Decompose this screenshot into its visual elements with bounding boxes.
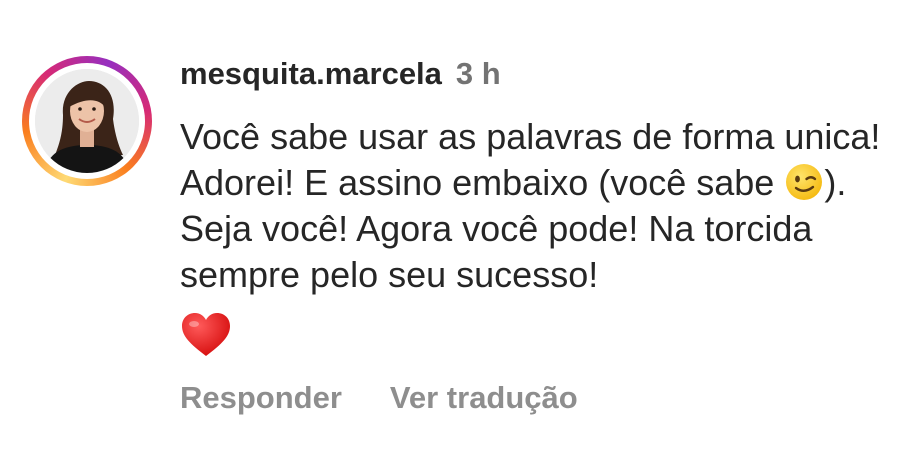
comment-header: mesquita.marcela 3 h	[180, 54, 501, 94]
reply-button[interactable]: Responder	[180, 378, 342, 418]
see-translation-button[interactable]: Ver tradução	[390, 378, 578, 418]
timestamp: 3 h	[455, 56, 501, 91]
comment-actions: Responder Ver tradução	[180, 378, 578, 418]
username-link[interactable]: mesquita.marcela	[180, 56, 442, 91]
comment-item: mesquita.marcela 3 h Você sabe usar as pa…	[0, 0, 907, 455]
avatar-gap	[29, 63, 145, 179]
avatar[interactable]	[35, 69, 139, 173]
story-ring[interactable]	[22, 56, 152, 186]
comment-text-part-1: Você sabe usar as palavras de forma unic…	[180, 116, 881, 203]
profile-photo-icon	[35, 69, 139, 173]
comment-text: Você sabe usar as palavras de forma unic…	[180, 114, 890, 298]
winking-face-emoji-icon	[786, 164, 823, 200]
red-heart-emoji-icon	[182, 313, 230, 356]
